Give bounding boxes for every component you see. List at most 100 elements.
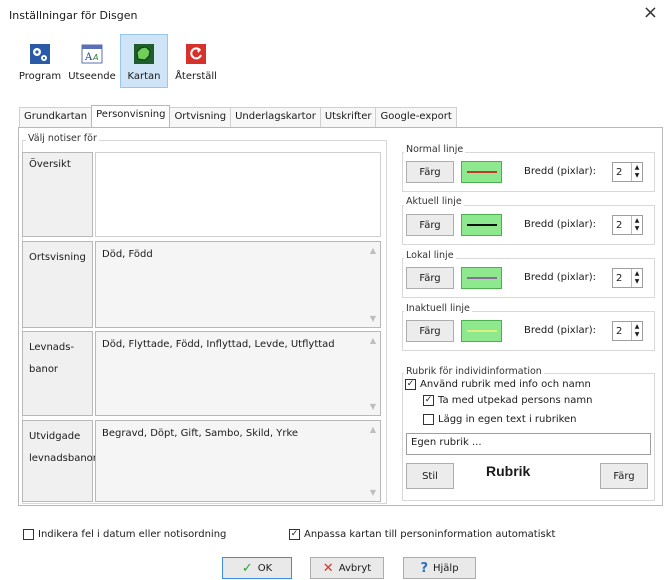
include-person-checkbox-row[interactable]: ✓ Ta med utpekad persons namn [423, 395, 592, 406]
current-line-width-label: Bredd (pixlar): [524, 219, 597, 230]
normal-line-swatch[interactable] [461, 161, 502, 183]
local-line-color-button[interactable]: Färg [406, 267, 454, 289]
tab-underlagskartor[interactable]: Underlagskartor [230, 107, 321, 127]
toolbar-program-label: Program [18, 71, 62, 82]
use-heading-checkbox[interactable]: ✓ [405, 379, 416, 390]
current-line-sample [466, 224, 497, 226]
toolbar-reset-button[interactable]: Återställ [172, 34, 220, 88]
toolbar: Program A A Utseende Kartan Återställ [16, 34, 220, 88]
spinner-arrows-icon[interactable]: ▲ ▼ [631, 322, 642, 340]
current-line-width-value: 2 [616, 219, 623, 231]
scrollbar[interactable]: ▲ ▼ [366, 332, 380, 415]
checkmark-icon: ✓ [241, 560, 253, 576]
own-text-label: Lägg in egen text i rubriken [438, 414, 577, 425]
normal-line-title: Normal linje [404, 144, 466, 155]
local-line-width-spinner[interactable]: 2 ▲ ▼ [612, 268, 643, 288]
include-person-label: Ta med utpekad persons namn [438, 395, 593, 406]
scrollbar[interactable]: ▲ ▼ [366, 242, 380, 327]
scroll-up-icon[interactable]: ▲ [370, 425, 376, 434]
adapt-map-checkbox[interactable]: ✓ [289, 529, 300, 540]
cancel-icon: ✕ [322, 560, 334, 576]
own-text-checkbox-row[interactable]: Lägg in egen text i rubriken [423, 414, 577, 425]
current-line-width-spinner[interactable]: 2 ▲ ▼ [612, 215, 643, 235]
normal-line-width-spinner[interactable]: 2 ▲ ▼ [612, 162, 643, 182]
notices-levnadsbanor-value: Död, Flyttade, Född, Inflyttad, Levde, U… [102, 339, 335, 350]
toolbar-map-label: Kartan [127, 71, 161, 82]
row-label-utvidgade: Utvidgade levnadsbanor [22, 420, 97, 502]
toolbar-appearance-button[interactable]: A A Utseende [68, 34, 116, 88]
help-button[interactable]: ? Hjälp [403, 557, 476, 579]
notices-utvidgade-value: Begravd, Döpt, Gift, Sambo, Skild, Yrke [102, 428, 299, 439]
indicate-errors-label: Indikera fel i datum eller notisordning [38, 529, 227, 540]
use-heading-label: Använd rubrik med info och namn [420, 379, 591, 390]
local-line-title: Lokal linje [404, 250, 456, 261]
normal-line-sample [466, 171, 497, 173]
notices-group-title: Välj notiser för [26, 133, 99, 144]
tab-grundkartan[interactable]: Grundkartan [19, 107, 93, 127]
inactive-line-width-value: 2 [616, 325, 623, 337]
tab-google-export[interactable]: Google-export [375, 107, 457, 127]
tab-utskrifter[interactable]: Utskrifter [319, 107, 377, 127]
notices-utvidgade-field[interactable]: Begravd, Döpt, Gift, Sambo, Skild, Yrke … [95, 420, 381, 502]
spinner-arrows-icon[interactable]: ▲ ▼ [631, 269, 642, 287]
svg-text:A: A [84, 52, 93, 63]
notices-oversikt-field[interactable] [95, 152, 381, 237]
heading-color-button[interactable]: Färg [600, 463, 648, 489]
notices-levnadsbanor-field[interactable]: Död, Flyttade, Född, Inflyttad, Levde, U… [95, 331, 381, 416]
cancel-label: Avbryt [338, 562, 372, 574]
row-label-oversikt: Översikt [22, 152, 93, 237]
toolbar-reset-label: Återställ [175, 71, 217, 82]
include-person-checkbox[interactable]: ✓ [423, 395, 434, 406]
ok-button[interactable]: ✓ OK [222, 557, 292, 579]
inactive-line-width-spinner[interactable]: 2 ▲ ▼ [612, 321, 643, 341]
inactive-line-title: Inaktuell linje [404, 303, 472, 314]
close-icon[interactable]: × [643, 2, 658, 23]
inactive-line-swatch[interactable] [461, 320, 502, 342]
help-label: Hjälp [432, 562, 459, 574]
toolbar-map-button[interactable]: Kartan [120, 34, 168, 88]
scroll-down-icon[interactable]: ▼ [370, 488, 376, 497]
inactive-line-width-label: Bredd (pixlar): [524, 325, 597, 336]
scrollbar[interactable]: ▲ ▼ [366, 421, 380, 501]
local-line-swatch[interactable] [461, 267, 502, 289]
toolbar-program-button[interactable]: Program [16, 34, 64, 88]
row-label-levnadsbanor: Levnads- banor [22, 331, 93, 416]
cancel-button[interactable]: ✕ Avbryt [310, 557, 384, 579]
ok-label: OK [257, 562, 273, 574]
gears-icon [30, 44, 50, 64]
spinner-arrows-icon[interactable]: ▲ ▼ [631, 216, 642, 234]
reset-icon [186, 44, 206, 64]
scroll-up-icon[interactable]: ▲ [370, 246, 376, 255]
tab-personvisning[interactable]: Personvisning [91, 105, 171, 127]
adapt-map-row[interactable]: ✓ Anpassa kartan till personinformation … [289, 529, 555, 540]
normal-line-color-button[interactable]: Färg [406, 161, 454, 183]
inactive-line-color-button[interactable]: Färg [406, 320, 454, 342]
local-line-width-label: Bredd (pixlar): [524, 272, 597, 283]
indicate-errors-checkbox[interactable] [23, 529, 34, 540]
current-line-swatch[interactable] [461, 214, 502, 236]
own-text-checkbox[interactable] [423, 414, 434, 425]
scroll-down-icon[interactable]: ▼ [370, 402, 376, 411]
help-icon: ? [420, 560, 428, 576]
local-line-sample [466, 277, 497, 279]
heading-preview: Rubrik [486, 463, 531, 479]
rubrik-group-title: Rubrik för individinformation [404, 366, 544, 377]
toolbar-appearance-label: Utseende [68, 71, 116, 82]
own-heading-input[interactable]: Egen rubrik ... [406, 433, 651, 455]
adapt-map-label: Anpassa kartan till personinformation au… [304, 529, 556, 540]
tab-strip: Grundkartan Personvisning Ortvisning Und… [19, 105, 457, 127]
notices-ortsvisning-field[interactable]: Död, Född ▲ ▼ [95, 241, 381, 328]
style-button[interactable]: Stil [406, 463, 454, 489]
scroll-up-icon[interactable]: ▲ [370, 336, 376, 345]
use-heading-checkbox-row[interactable]: ✓ Använd rubrik med info och namn [405, 379, 591, 390]
normal-line-width-label: Bredd (pixlar): [524, 166, 597, 177]
normal-line-width-value: 2 [616, 166, 623, 178]
map-icon [134, 44, 154, 64]
indicate-errors-row[interactable]: Indikera fel i datum eller notisordning [23, 529, 226, 540]
inactive-line-sample [466, 330, 497, 332]
current-line-color-button[interactable]: Färg [406, 214, 454, 236]
appearance-icon: A A [81, 44, 103, 64]
tab-ortvisning[interactable]: Ortvisning [169, 107, 232, 127]
scroll-down-icon[interactable]: ▼ [370, 314, 376, 323]
spinner-arrows-icon[interactable]: ▲ ▼ [631, 163, 642, 181]
